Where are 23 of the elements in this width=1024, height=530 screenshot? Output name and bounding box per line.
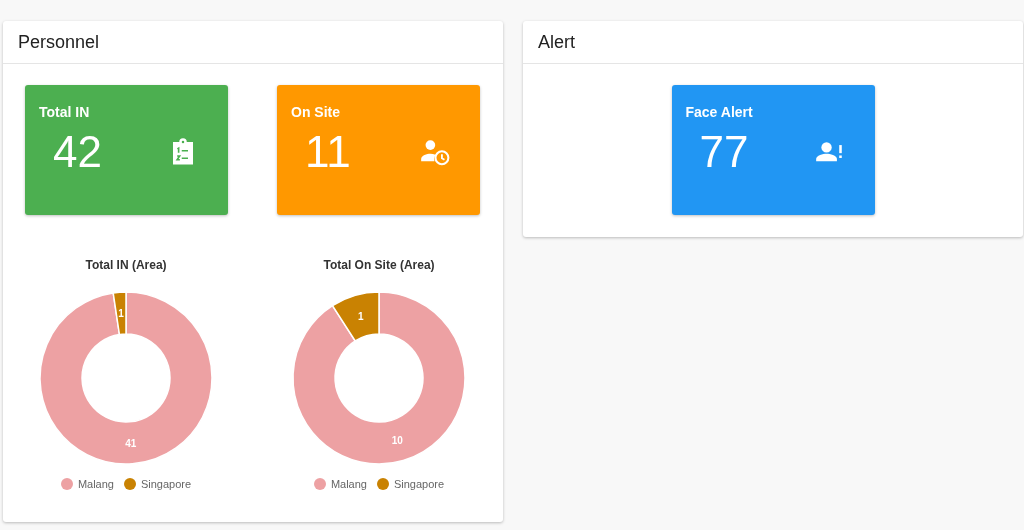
stat-label: On Site [291, 104, 340, 120]
legend-dot [123, 478, 136, 490]
stat-value: 42 [53, 127, 102, 177]
data-label: 10 [391, 435, 403, 447]
stat-label: Total IN [39, 104, 90, 120]
legend-dot [60, 478, 73, 490]
legend-label: Singapore [393, 478, 445, 490]
stat-label: Face Alert [685, 104, 753, 120]
person-clock-icon [420, 137, 450, 167]
chart-title: Total On Site (Area) [323, 258, 435, 272]
panel-title: Personnel [18, 31, 100, 53]
legend-label: Malang [77, 478, 114, 490]
legend-dot [313, 478, 326, 490]
stat-value: 77 [699, 127, 749, 177]
data-label: 1 [357, 310, 364, 322]
legend-dot [376, 478, 389, 490]
data-label: 41 [125, 437, 137, 449]
stat-value: 11 [305, 127, 351, 177]
chart-title: Total IN (Area) [85, 258, 167, 272]
panel-title: Alert [538, 31, 575, 53]
legend-label: Singapore [140, 478, 192, 490]
data-label: 1 [118, 308, 124, 320]
legend-label: Malang [330, 478, 367, 490]
